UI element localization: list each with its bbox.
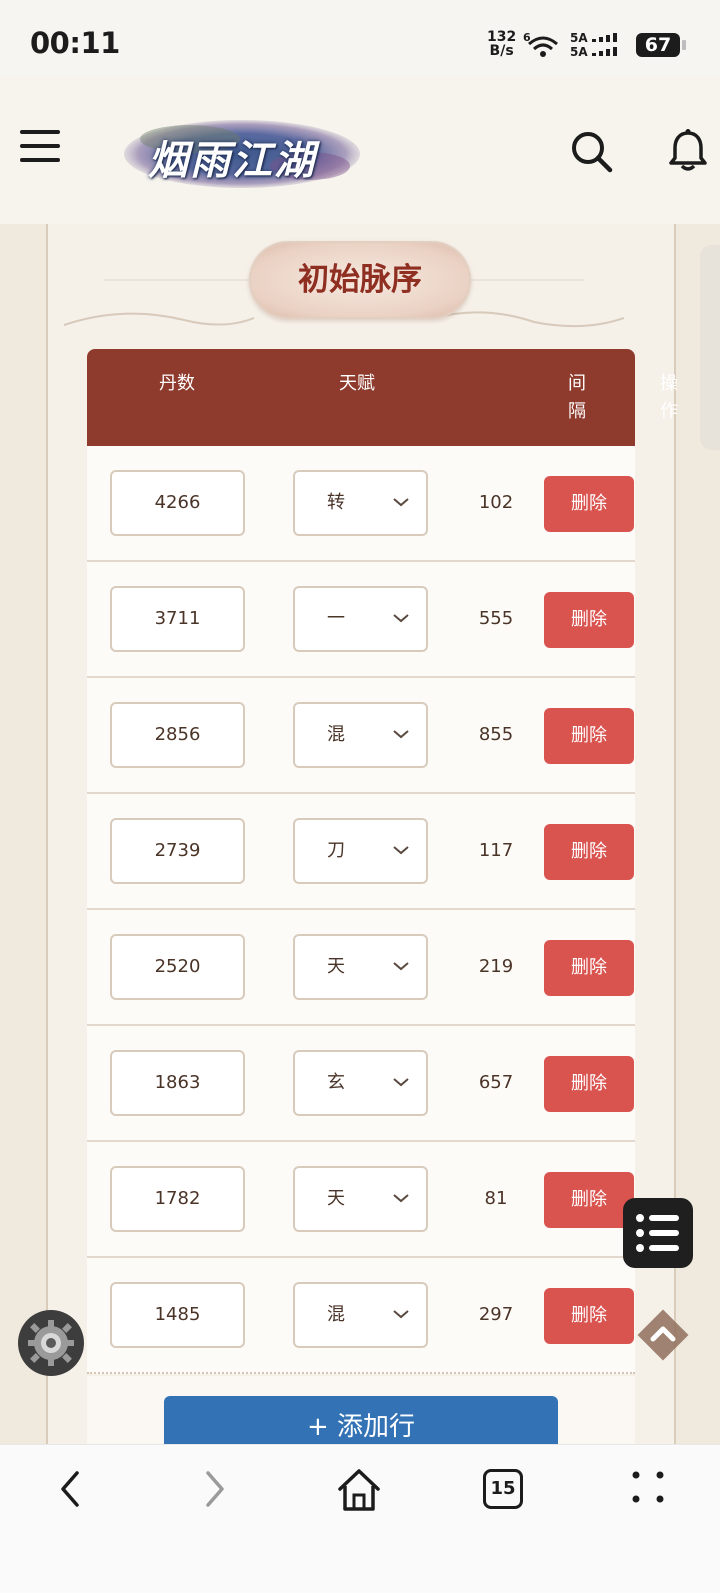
interval-value: 81 [484,1188,508,1209]
tianfu-select[interactable]: 转 [293,470,428,536]
interval-value: 555 [478,608,514,629]
table-row: 2739 刀 117 删除 [87,794,635,910]
dan-input[interactable]: 1485 [110,1282,245,1348]
chevron-down-icon [393,1310,409,1319]
battery-icon: 67 [636,33,686,57]
table-row: 1485 混 297 删除 [87,1258,635,1374]
interval-value: 855 [478,724,514,745]
app-header: 烟雨江湖 [0,76,720,224]
menu-icon[interactable] [20,130,60,162]
interval-value: 657 [478,1072,514,1093]
interval-value: 219 [478,956,514,977]
chevron-down-icon [393,1194,409,1203]
delete-button[interactable]: 删除 [544,1172,634,1228]
bell-icon[interactable] [668,128,708,172]
svg-text:5A: 5A [570,31,588,45]
table-row: 2520 天 219 删除 [87,910,635,1026]
tianfu-value: 混 [327,1304,345,1325]
more-icon[interactable] [630,1467,666,1507]
dan-input[interactable]: 1782 [110,1166,245,1232]
tianfu-value: 玄 [327,1072,345,1093]
chevron-down-icon [393,846,409,855]
logo-text: 烟雨江湖 [148,137,316,184]
delete-button[interactable]: 删除 [544,708,634,764]
delete-button[interactable]: 删除 [544,1056,634,1112]
tianfu-value: 天 [327,956,345,977]
tianfu-select[interactable]: 一 [293,586,428,652]
dan-input[interactable]: 3711 [110,586,245,652]
delete-button[interactable]: 删除 [544,824,634,880]
chevron-down-icon [393,614,409,623]
dan-input[interactable]: 2520 [110,934,245,1000]
svg-text:5A: 5A [570,45,588,58]
dan-input[interactable]: 2739 [110,818,245,884]
search-icon[interactable] [570,130,614,174]
scroll-to-top-button[interactable] [631,1303,695,1367]
list-float-button[interactable] [623,1198,693,1268]
settings-float-button[interactable] [18,1310,84,1376]
page-title: 初始脉序 [249,241,471,319]
back-icon[interactable] [55,1467,85,1511]
data-table: 丹数 天赋 间隔 操作 4266 转 102 删除 3711 一 555 删除 … [87,349,678,1374]
tianfu-select[interactable]: 天 [293,934,428,1000]
tianfu-select[interactable]: 混 [293,1282,428,1348]
table-row: 2856 混 855 删除 [87,678,635,794]
tianfu-select[interactable]: 玄 [293,1050,428,1116]
delete-button[interactable]: 删除 [544,592,634,648]
tianfu-select[interactable]: 混 [293,702,428,768]
add-row-area: + 添加行 [87,1376,635,1456]
tianfu-select[interactable]: 天 [293,1166,428,1232]
dan-input[interactable]: 4266 [110,470,245,536]
table-row: 1782 天 81 删除 [87,1142,635,1258]
home-icon[interactable] [336,1467,382,1513]
tianfu-value: 混 [327,724,345,745]
tabs-button[interactable]: 15 [483,1469,523,1509]
interval-value: 297 [478,1304,514,1325]
battery-level: 67 [644,34,672,56]
delete-button[interactable]: 删除 [544,476,634,532]
forward-icon[interactable] [200,1467,230,1511]
interval-value: 117 [478,840,514,861]
column-header-operation: 操作 [660,373,678,422]
delete-button[interactable]: 删除 [544,1288,634,1344]
status-time: 00:11 [30,26,120,60]
delete-button[interactable]: 删除 [544,940,634,996]
column-header-dan: 丹数 [159,373,195,394]
gear-icon [28,1320,74,1366]
table-body: 4266 转 102 删除 3711 一 555 删除 2856 混 855 删… [87,446,635,1374]
interval-value: 102 [478,492,514,513]
tianfu-value: 天 [327,1188,345,1209]
list-icon [636,1214,679,1252]
chevron-down-icon [393,962,409,971]
chevron-down-icon [393,1078,409,1087]
tianfu-value: 刀 [327,840,345,861]
table-end-divider [87,1372,635,1374]
chevron-down-icon [393,498,409,507]
status-bar: 00:11 132 B/s 6 5A 5A 67 [0,0,720,76]
column-header-interval: 间隔 [568,373,586,422]
network-speed-value: 132 [487,29,517,45]
tianfu-value: 转 [327,492,345,513]
side-drawer-handle[interactable] [700,245,720,450]
chevron-down-icon [393,730,409,739]
column-header-tianfu: 天赋 [339,373,375,394]
table-row: 1863 玄 657 删除 [87,1026,635,1142]
wifi-icon: 6 [523,31,558,57]
table-row: 4266 转 102 删除 [87,446,635,562]
tianfu-select[interactable]: 刀 [293,818,428,884]
dan-input[interactable]: 2856 [110,702,245,768]
logo[interactable]: 烟雨江湖 [120,114,365,192]
bottom-nav: 15 [0,1444,720,1593]
table-row: 3711 一 555 删除 [87,562,635,678]
dan-input[interactable]: 1863 [110,1050,245,1116]
tianfu-value: 一 [327,608,345,629]
network-speed-unit: B/s [489,43,514,59]
signal-icon: 5A 5A [570,31,617,58]
table-header: 丹数 天赋 间隔 操作 [87,349,678,446]
network-speed: 132 B/s [487,30,516,58]
